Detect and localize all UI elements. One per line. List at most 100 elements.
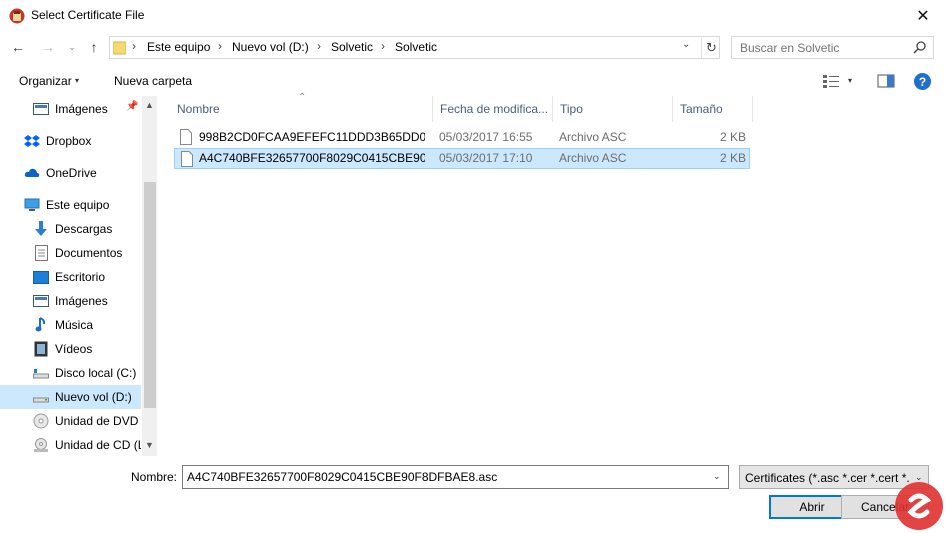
- file-size: 2 KB: [720, 130, 747, 144]
- sidebar-item-videos[interactable]: Vídeos: [0, 337, 141, 361]
- sidebar-item-label: Imágenes: [55, 294, 108, 308]
- sidebar-item-dropbox[interactable]: Dropbox: [0, 129, 141, 153]
- organize-button[interactable]: Organizar: [19, 74, 72, 88]
- images-icon: [33, 293, 49, 309]
- sidebar-item-label: Escritorio: [55, 270, 106, 284]
- sidebar-item-onedrive[interactable]: OneDrive: [0, 161, 141, 185]
- sidebar-item-label: Música: [55, 318, 94, 332]
- folder-icon: [113, 41, 126, 55]
- search-box[interactable]: [731, 36, 934, 59]
- window-title: Select Certificate File: [31, 8, 145, 22]
- search-icon[interactable]: [912, 40, 928, 56]
- file-row[interactable]: 998B2CD0FCAA9EFEFC11DDD3B65DD0D... 05/03…: [174, 127, 750, 148]
- dropbox-icon: [24, 133, 40, 149]
- file-name-combobox[interactable]: ⌄: [182, 465, 729, 489]
- breadcrumb-separator: ›: [132, 39, 136, 53]
- close-button[interactable]: ✕: [900, 0, 946, 32]
- file-name-input[interactable]: [187, 470, 707, 484]
- column-header-name[interactable]: Nombre: [170, 96, 433, 122]
- file-icon: [181, 151, 193, 167]
- sidebar-item-label: OneDrive: [46, 166, 97, 180]
- sidebar-item-imagenes[interactable]: Imágenes: [0, 289, 141, 313]
- recent-locations-button[interactable]: ⌄: [62, 36, 82, 58]
- sidebar-item-disco-local-c[interactable]: Disco local (C:): [0, 361, 141, 385]
- preview-pane-icon[interactable]: [877, 74, 895, 88]
- file-name: A4C740BFE32657700F8029C0415CBE90F8...: [199, 151, 425, 165]
- sidebar-item-este-equipo[interactable]: Este equipo: [0, 193, 141, 217]
- sidebar-item-label: Dropbox: [46, 134, 92, 148]
- view-options-icon[interactable]: [822, 73, 840, 89]
- help-icon[interactable]: ?: [914, 73, 931, 90]
- column-header-type[interactable]: Tipo: [553, 96, 673, 122]
- search-input[interactable]: [740, 41, 910, 55]
- sidebar-item-label: Vídeos: [55, 342, 93, 356]
- breadcrumb-solvetic-2[interactable]: Solvetic: [395, 40, 437, 54]
- sidebar-item-escritorio[interactable]: Escritorio: [0, 265, 141, 289]
- navigation-pane: Imágenes Dropbox OneDrive Este equipo De…: [0, 96, 157, 458]
- chevron-down-icon[interactable]: ⌄: [713, 471, 721, 482]
- up-button[interactable]: ↑: [84, 36, 104, 58]
- sidebar-item-label: Unidad de CD (L: [55, 438, 141, 452]
- chevron-down-icon[interactable]: ▾: [75, 76, 79, 85]
- address-dropdown-icon[interactable]: ⌄: [682, 39, 690, 50]
- desktop-icon: [33, 269, 49, 285]
- file-date: 05/03/2017 16:55: [439, 130, 533, 144]
- sidebar-item-descargas[interactable]: Descargas: [0, 217, 141, 241]
- scroll-up-icon[interactable]: ▲: [145, 100, 154, 110]
- file-list: ⌃ Nombre Fecha de modifica... Tipo Tamañ…: [170, 92, 946, 456]
- sidebar-item-label: Unidad de DVD R: [55, 414, 141, 428]
- app-icon: [9, 8, 25, 24]
- breadcrumb-separator: ›: [381, 39, 385, 53]
- scroll-down-icon[interactable]: ▼: [145, 440, 154, 450]
- file-name-label: Nombre:: [131, 470, 178, 484]
- downloads-icon: [33, 221, 49, 237]
- breadcrumb-nuevo-vol[interactable]: Nuevo vol (D:): [232, 40, 309, 54]
- column-header-date[interactable]: Fecha de modifica...: [433, 96, 553, 122]
- file-date: 05/03/2017 17:10: [439, 151, 533, 165]
- file-type: Archivo ASC: [559, 130, 627, 144]
- column-header-label: Nombre: [177, 102, 220, 116]
- sidebar-item-label: Este equipo: [46, 198, 110, 212]
- column-header-label: Tamaño: [680, 102, 723, 116]
- sidebar-item-label: Imágenes: [55, 102, 108, 116]
- breadcrumb-solvetic-1[interactable]: Solvetic: [331, 40, 373, 54]
- breadcrumb-separator: ›: [317, 39, 321, 53]
- documents-icon: [33, 245, 49, 261]
- sidebar-scrollbar-thumb[interactable]: [144, 182, 156, 408]
- file-type: Archivo ASC: [559, 151, 627, 165]
- pin-icon[interactable]: 📌: [126, 101, 138, 112]
- sidebar-item-musica[interactable]: Música: [0, 313, 141, 337]
- file-name: 998B2CD0FCAA9EFEFC11DDD3B65DD0D...: [199, 130, 425, 144]
- file-icon: [180, 129, 192, 145]
- address-bar[interactable]: › Este equipo › Nuevo vol (D:) › Solveti…: [109, 36, 720, 59]
- sidebar-item-nuevo-vol-d[interactable]: Nuevo vol (D:): [0, 385, 141, 409]
- file-size: 2 KB: [720, 151, 747, 165]
- dvd-icon: [33, 413, 49, 429]
- new-folder-button[interactable]: Nueva carpeta: [114, 74, 192, 88]
- music-icon: [33, 317, 49, 333]
- sidebar-item-unidad-cd[interactable]: Unidad de CD (L: [0, 433, 141, 457]
- sidebar-item-imagenes-quick[interactable]: Imágenes: [0, 97, 141, 121]
- drive-icon: [33, 365, 49, 381]
- column-header-label: Fecha de modifica...: [440, 102, 549, 116]
- sidebar-item-documentos[interactable]: Documentos: [0, 241, 141, 265]
- sidebar-item-label: Descargas: [55, 222, 113, 236]
- cd-icon: [33, 437, 49, 453]
- sidebar-item-label: Disco local (C:): [55, 366, 137, 380]
- column-header-label: Tipo: [560, 102, 583, 116]
- forward-button[interactable]: →: [38, 36, 58, 58]
- chevron-down-icon[interactable]: ▾: [848, 76, 852, 85]
- file-row-selected[interactable]: A4C740BFE32657700F8029C0415CBE90F8... 05…: [174, 148, 750, 169]
- sidebar-item-label: Nuevo vol (D:): [55, 390, 132, 404]
- breadcrumb-este-equipo[interactable]: Este equipo: [147, 40, 210, 54]
- videos-icon: [33, 341, 49, 357]
- back-button[interactable]: ←: [8, 36, 28, 58]
- column-header-size[interactable]: Tamaño: [673, 96, 753, 122]
- images-icon: [33, 101, 49, 117]
- watermark-logo: [895, 482, 943, 530]
- refresh-icon[interactable]: ↻: [701, 38, 721, 58]
- breadcrumb-separator: ›: [218, 39, 222, 53]
- file-type-filter-label: Certificates (*.asc *.cer *.cert *.c: [745, 471, 910, 485]
- computer-icon: [24, 197, 40, 213]
- sidebar-item-unidad-dvd[interactable]: Unidad de DVD R: [0, 409, 141, 433]
